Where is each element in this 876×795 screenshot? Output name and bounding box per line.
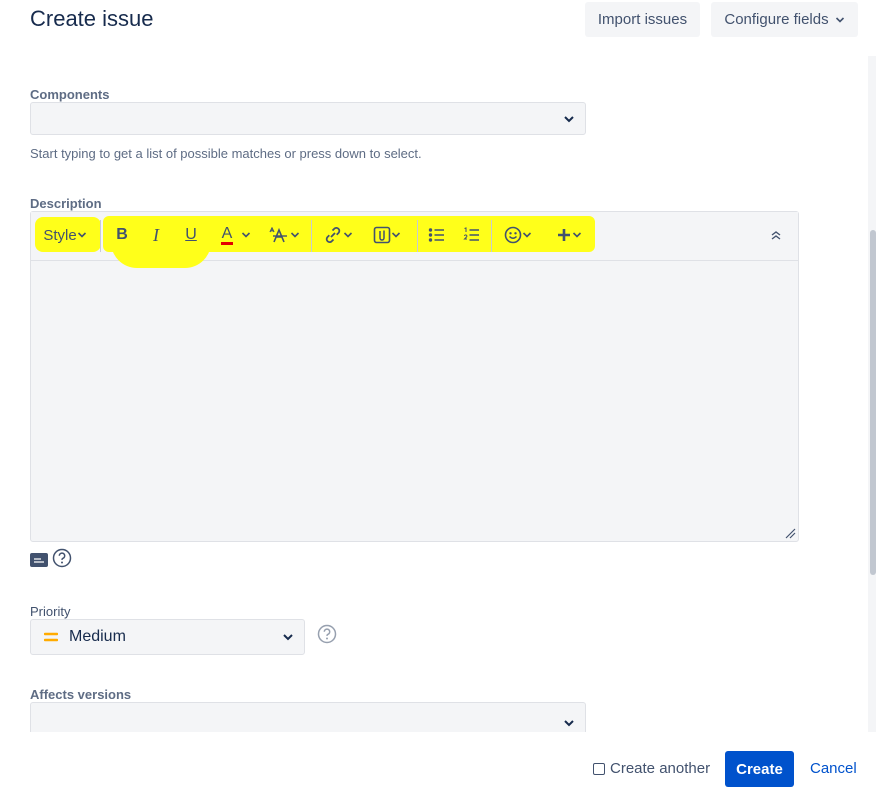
attachment-button[interactable]: [369, 212, 405, 258]
chevron-down-icon: [242, 232, 251, 238]
help-icon: [52, 548, 72, 568]
components-label: Components: [30, 87, 110, 102]
chevron-down-icon: [343, 232, 353, 238]
insert-more-button[interactable]: [552, 212, 586, 258]
create-another-label: Create another: [610, 760, 711, 777]
components-help-text: Start typing to get a list of possible m…: [30, 146, 422, 161]
resize-handle-icon[interactable]: [784, 527, 796, 539]
attachment-icon: [373, 226, 391, 244]
more-formatting-button[interactable]: [267, 212, 301, 258]
checkbox-box[interactable]: [593, 762, 605, 775]
priority-help-button[interactable]: [317, 624, 337, 649]
cancel-button[interactable]: Cancel: [810, 760, 857, 777]
editor-toolbar: Style B I U A: [31, 212, 798, 268]
text-color-label: A: [220, 225, 234, 245]
priority-label: Priority: [30, 604, 71, 619]
numbered-list-icon: [463, 227, 479, 241]
description-help-button[interactable]: [52, 548, 72, 573]
italic-button[interactable]: I: [145, 212, 167, 258]
toolbar-divider: [417, 220, 418, 252]
configure-fields-label: Configure fields: [724, 11, 829, 28]
chevron-down-icon: [391, 232, 401, 238]
priority-select[interactable]: Medium: [30, 619, 305, 655]
chevron-down-icon: [283, 634, 293, 641]
import-issues-button[interactable]: Import issues: [585, 2, 700, 37]
style-label: Style: [43, 226, 77, 244]
chevron-down-icon: [290, 232, 300, 238]
link-icon: [325, 227, 341, 243]
emoji-button[interactable]: [501, 212, 535, 258]
text-color-button[interactable]: A: [214, 212, 258, 258]
create-button-label: Create: [736, 760, 783, 778]
help-icon: [317, 624, 337, 644]
style-dropdown[interactable]: Style: [41, 212, 89, 258]
text-mode-icon: [34, 558, 44, 563]
configure-fields-button[interactable]: Configure fields: [711, 2, 858, 37]
create-button[interactable]: Create: [725, 751, 794, 787]
import-issues-label: Import issues: [597, 11, 688, 28]
chevron-down-icon: [522, 232, 532, 238]
collapse-toolbar-button[interactable]: [765, 212, 787, 258]
chevron-down-icon: [572, 232, 582, 238]
clear-formatting-icon: [269, 227, 287, 243]
page-title: Create issue: [30, 6, 154, 31]
numbered-list-button[interactable]: [461, 212, 483, 258]
bullet-list-button[interactable]: [426, 212, 448, 258]
affects-versions-select[interactable]: [30, 702, 586, 736]
bold-label: B: [116, 226, 128, 243]
underline-label: U: [185, 226, 197, 243]
chevron-down-icon: [564, 115, 574, 122]
affects-versions-label: Affects versions: [30, 687, 132, 702]
link-button[interactable]: [320, 212, 356, 258]
emoji-icon: [504, 226, 522, 244]
italic-label: I: [153, 224, 159, 245]
components-select[interactable]: [30, 102, 586, 135]
priority-medium-icon: [44, 632, 58, 642]
text-mode-toggle[interactable]: [30, 553, 48, 567]
underline-button[interactable]: U: [180, 212, 202, 258]
double-chevron-up-icon: [771, 231, 781, 240]
plus-icon: [558, 229, 570, 241]
toolbar-divider: [100, 220, 101, 252]
bold-button[interactable]: B: [111, 212, 133, 258]
toolbar-divider: [491, 220, 492, 252]
toolbar-divider: [311, 220, 312, 252]
description-editor[interactable]: Style B I U A: [30, 211, 799, 542]
chevron-down-icon: [835, 16, 844, 23]
chevron-down-icon: [77, 232, 86, 238]
create-another-checkbox[interactable]: Create another: [593, 760, 710, 777]
scrollbar-thumb[interactable]: [870, 230, 876, 575]
bullet-list-icon: [428, 228, 444, 242]
description-label: Description: [30, 196, 102, 211]
priority-value: Medium: [69, 628, 126, 645]
chevron-down-icon: [564, 719, 574, 726]
